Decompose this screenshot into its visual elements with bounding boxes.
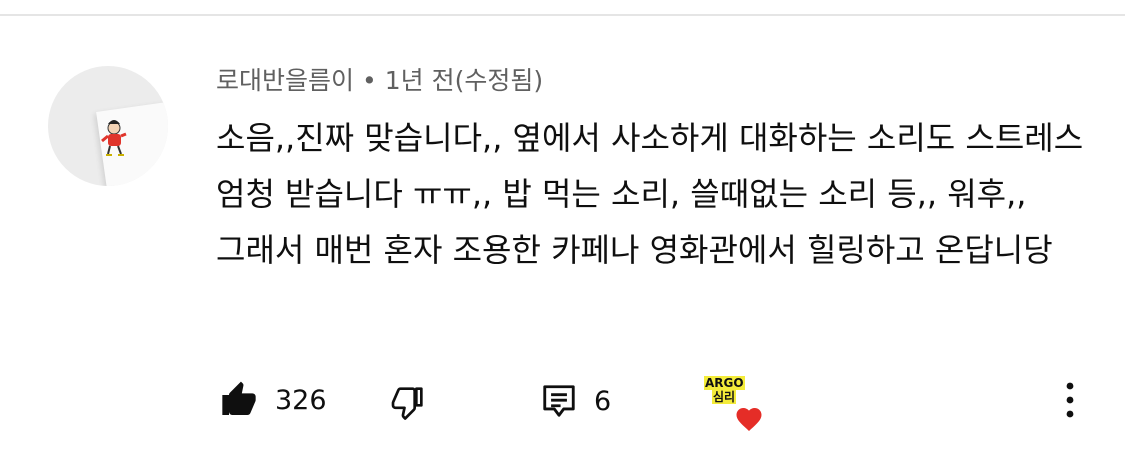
dislike-button[interactable]: [388, 382, 428, 422]
comment-actions: 326 6 ARGO 심리: [0, 370, 1125, 431]
like-count: 326: [275, 384, 327, 416]
reply-count: 6: [594, 385, 612, 417]
thumbs-down-icon: [391, 387, 423, 420]
badge-line2: 심리: [711, 390, 737, 404]
comment-meta: 로대반을름이 • 1년 전(수정됨): [216, 64, 543, 98]
comment-icon: [543, 385, 575, 417]
more-vertical-icon: [1066, 382, 1074, 418]
more-options-button[interactable]: [1058, 380, 1082, 420]
author-name[interactable]: 로대반을름이: [216, 66, 354, 95]
comment-time[interactable]: 1년 전(수정됨): [385, 66, 543, 95]
reply-button[interactable]: 6: [540, 382, 611, 420]
avatar-character-icon: [101, 120, 127, 156]
creator-heart: ARGO 심리: [704, 376, 774, 436]
like-button[interactable]: 326: [219, 380, 327, 420]
comment-text: 소음,,진짜 맞습니다,, 옆에서 사소하게 대화하는 소리도 스트레스 엄청 …: [216, 119, 1084, 269]
meta-separator: •: [362, 66, 377, 95]
top-divider: [0, 14, 1125, 16]
avatar[interactable]: [48, 66, 168, 186]
badge-line1: ARGO: [704, 376, 745, 390]
heart-icon: [736, 408, 762, 431]
thumbs-up-icon: [222, 381, 256, 415]
